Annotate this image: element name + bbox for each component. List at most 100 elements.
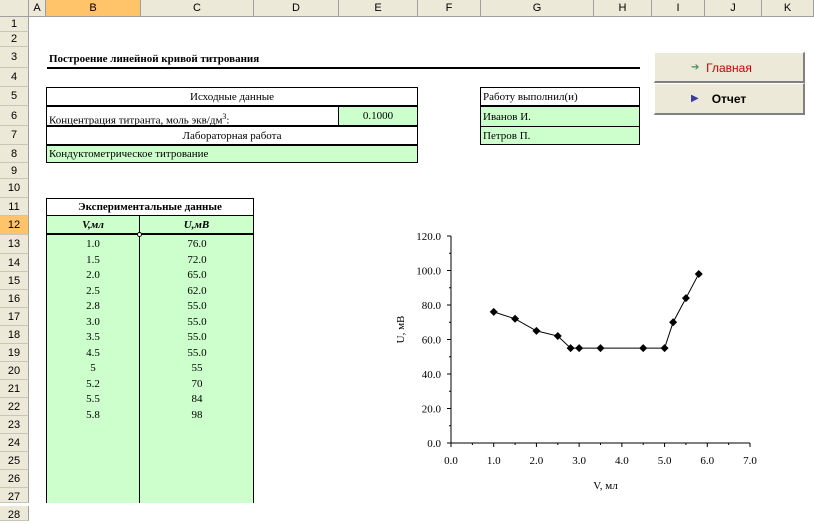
data-point-marker [532, 326, 541, 335]
row-header-22[interactable]: 22 [0, 398, 29, 416]
column-header-f[interactable]: F [418, 0, 481, 17]
report-button[interactable]: ▶ Отчет [654, 83, 805, 115]
row-header-27[interactable]: 27 [0, 488, 29, 503]
v-value-cell[interactable]: 1.5 [47, 253, 139, 268]
v-value-cell[interactable]: 1.0 [47, 237, 139, 252]
y-axis-label: U, мВ [395, 316, 407, 344]
column-header-e[interactable]: E [339, 0, 418, 17]
data-point-marker [511, 314, 520, 323]
row-header-13[interactable]: 13 [0, 235, 29, 254]
row-header-11[interactable]: 11 [0, 198, 29, 216]
lab-name[interactable]: Кондуктометрическое титрование [46, 145, 418, 163]
row-header-12[interactable]: 12 [0, 216, 29, 235]
data-point-marker [596, 344, 605, 353]
y-tick-label: 120.0 [416, 231, 441, 243]
row-header-6[interactable]: 6 [0, 106, 29, 126]
row-header-8[interactable]: 8 [0, 145, 29, 163]
y-tick-label: 80.0 [422, 300, 442, 312]
data-point-marker [660, 344, 669, 353]
column-header-k[interactable]: K [762, 0, 814, 17]
row-header-19[interactable]: 19 [0, 344, 29, 362]
column-header-c[interactable]: C [141, 0, 254, 17]
row-header-16[interactable]: 16 [0, 290, 29, 308]
author-name-2[interactable]: Петров П. [480, 126, 640, 145]
u-value-cell[interactable]: 65.0 [141, 268, 253, 283]
main-button[interactable]: ➔ Главная [654, 52, 805, 83]
experimental-header: Экспериментальные данные [46, 198, 254, 216]
y-tick-label: 20.0 [422, 404, 442, 416]
u-value-cell[interactable]: 70 [141, 377, 253, 392]
select-all-corner[interactable] [0, 0, 29, 17]
row-header-2[interactable]: 2 [0, 32, 29, 47]
v-value-cell[interactable]: 5.8 [47, 408, 139, 423]
input-header: Исходные данные [46, 87, 418, 106]
y-tick-label: 100.0 [416, 266, 441, 278]
x-axis-label: V, мл [593, 480, 618, 492]
row-header-9[interactable]: 9 [0, 163, 29, 179]
x-tick-label: 6.0 [700, 455, 714, 467]
u-value-cell[interactable]: 76.0 [141, 237, 253, 252]
main-button-label: Главная [706, 61, 752, 75]
row-header-15[interactable]: 15 [0, 272, 29, 290]
u-value-cell[interactable]: 72.0 [141, 253, 253, 268]
row-header-5[interactable]: 5 [0, 87, 29, 106]
author-header: Работу выполнил(и) [480, 87, 640, 106]
column-v-header[interactable]: V,мл [46, 216, 140, 235]
x-tick-label: 3.0 [572, 455, 586, 467]
x-tick-label: 2.0 [530, 455, 544, 467]
concentration-value[interactable]: 0.1000 [338, 106, 418, 126]
row-header-23[interactable]: 23 [0, 416, 29, 434]
row-header-3[interactable]: 3 [0, 47, 29, 68]
author-name-1[interactable]: Иванов И. [480, 106, 640, 127]
row-header-7[interactable]: 7 [0, 126, 29, 145]
row-header-28[interactable]: 28 [0, 506, 29, 521]
x-tick-label: 5.0 [658, 455, 672, 467]
column-header-d[interactable]: D [254, 0, 339, 17]
x-tick-label: 1.0 [487, 455, 501, 467]
v-value-cell[interactable]: 5.5 [47, 392, 139, 407]
v-value-cell[interactable]: 3.5 [47, 330, 139, 345]
row-header-10[interactable]: 10 [0, 179, 29, 198]
row-header-25[interactable]: 25 [0, 452, 29, 470]
v-value-cell[interactable]: 2.5 [47, 284, 139, 299]
u-value-cell[interactable]: 55.0 [141, 346, 253, 361]
row-header-4[interactable]: 4 [0, 68, 29, 87]
row-header-24[interactable]: 24 [0, 434, 29, 452]
u-value-cell[interactable]: 55 [141, 361, 253, 376]
column-header-i[interactable]: I [652, 0, 705, 17]
column-header-j[interactable]: J [705, 0, 762, 17]
x-tick-label: 0.0 [444, 455, 458, 467]
row-header-26[interactable]: 26 [0, 470, 29, 488]
row-header-17[interactable]: 17 [0, 308, 29, 326]
x-tick-label: 7.0 [743, 455, 757, 467]
u-value-cell[interactable]: 55.0 [141, 315, 253, 330]
column-header-b[interactable]: B [46, 0, 141, 17]
data-point-marker [489, 307, 498, 316]
column-header-h[interactable]: H [594, 0, 652, 17]
u-value-cell[interactable]: 55.0 [141, 299, 253, 314]
row-header-18[interactable]: 18 [0, 326, 29, 344]
v-value-cell[interactable]: 2.8 [47, 299, 139, 314]
u-value-cell[interactable]: 84 [141, 392, 253, 407]
row-header-21[interactable]: 21 [0, 380, 29, 398]
report-button-label: Отчет [711, 92, 747, 106]
v-value-cell[interactable]: 5 [47, 361, 139, 376]
column-header-a[interactable]: A [29, 0, 46, 17]
v-value-cell[interactable]: 5.2 [47, 377, 139, 392]
v-value-cell[interactable]: 2.0 [47, 268, 139, 283]
v-value-cell[interactable]: 4.5 [47, 346, 139, 361]
row-header-14[interactable]: 14 [0, 254, 29, 272]
u-value-cell[interactable]: 62.0 [141, 284, 253, 299]
column-u-header[interactable]: U,мВ [140, 216, 254, 235]
row-header-1[interactable]: 1 [0, 17, 29, 32]
u-value-cell[interactable]: 55.0 [141, 330, 253, 345]
data-point-marker [575, 344, 584, 353]
data-point-marker [681, 294, 690, 303]
row-header-20[interactable]: 20 [0, 362, 29, 380]
data-point-marker [669, 318, 678, 327]
u-value-cell[interactable]: 98 [141, 408, 253, 423]
column-header-g[interactable]: G [481, 0, 594, 17]
v-value-cell[interactable]: 3.0 [47, 315, 139, 330]
y-tick-label: 60.0 [422, 335, 442, 347]
data-point-marker [639, 344, 648, 353]
